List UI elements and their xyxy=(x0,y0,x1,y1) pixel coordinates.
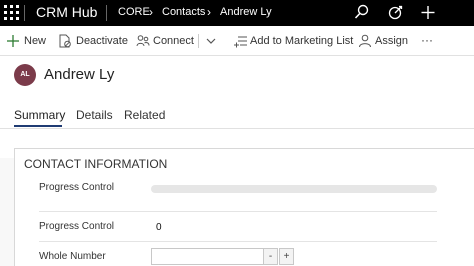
chevron-down-icon xyxy=(206,38,216,44)
progress-bar[interactable] xyxy=(151,185,437,193)
more-commands-button[interactable]: ··· xyxy=(421,26,437,56)
assign-button[interactable]: Assign xyxy=(358,26,408,56)
breadcrumb-separator-icon: › xyxy=(207,5,211,19)
field-label: Whole Number xyxy=(39,251,106,262)
whole-number-input[interactable] xyxy=(151,248,277,265)
connect-dropdown-button[interactable] xyxy=(203,26,219,56)
header-divider xyxy=(0,128,474,129)
add-to-marketing-list-button[interactable]: Add to Marketing List xyxy=(234,26,353,56)
active-tab-indicator xyxy=(14,125,62,127)
connect-button[interactable]: Connect xyxy=(136,26,194,56)
person-icon xyxy=(359,34,371,48)
plus-icon xyxy=(7,35,19,47)
increment-button[interactable]: + xyxy=(279,248,294,265)
new-global-button[interactable] xyxy=(412,0,442,26)
deactivate-button[interactable]: Deactivate xyxy=(58,26,128,56)
decrement-button[interactable]: - xyxy=(263,248,278,265)
tab-details[interactable]: Details xyxy=(76,108,113,122)
add-list-icon xyxy=(234,36,247,48)
waffle-icon xyxy=(4,5,19,20)
breadcrumb-core[interactable]: CORE xyxy=(118,6,150,18)
tab-summary[interactable]: Summary xyxy=(14,108,65,122)
field-divider xyxy=(39,241,437,242)
topbar-divider xyxy=(106,5,107,21)
field-divider xyxy=(39,211,437,212)
search-button[interactable] xyxy=(346,0,376,26)
field-label: Progress Control xyxy=(39,221,115,232)
command-separator xyxy=(198,34,199,48)
command-bar: New Deactivate Connect Add to Marketing … xyxy=(0,26,474,56)
field-label: Progress Control xyxy=(39,182,115,193)
app-title[interactable]: CRM Hub xyxy=(36,4,97,20)
breadcrumb-current-record: Andrew Ly xyxy=(220,6,272,18)
topbar-divider xyxy=(24,5,25,21)
target-icon xyxy=(388,5,403,20)
connect-icon xyxy=(136,35,150,47)
tab-related[interactable]: Related xyxy=(124,108,165,122)
section-title: CONTACT INFORMATION xyxy=(24,157,168,171)
record-header: AL Andrew Ly Summary Details Related xyxy=(0,56,474,158)
app-launcher-button[interactable] xyxy=(0,0,24,26)
search-icon xyxy=(354,4,369,19)
more-icon: ··· xyxy=(421,33,433,47)
record-title: Andrew Ly xyxy=(44,66,115,83)
top-navigation-bar: CRM Hub CORE › Contacts › Andrew Ly xyxy=(0,0,474,26)
avatar: AL xyxy=(14,64,36,86)
assistant-button[interactable] xyxy=(380,0,410,26)
new-button[interactable]: New xyxy=(6,26,46,56)
breadcrumb-contacts[interactable]: Contacts xyxy=(162,6,205,18)
progress-value: 0 xyxy=(156,222,162,233)
plus-icon xyxy=(421,6,435,19)
breadcrumb-separator-icon: › xyxy=(149,5,153,19)
deactivate-icon xyxy=(59,34,71,48)
contact-information-section: CONTACT INFORMATION Progress Control Pro… xyxy=(14,148,474,266)
